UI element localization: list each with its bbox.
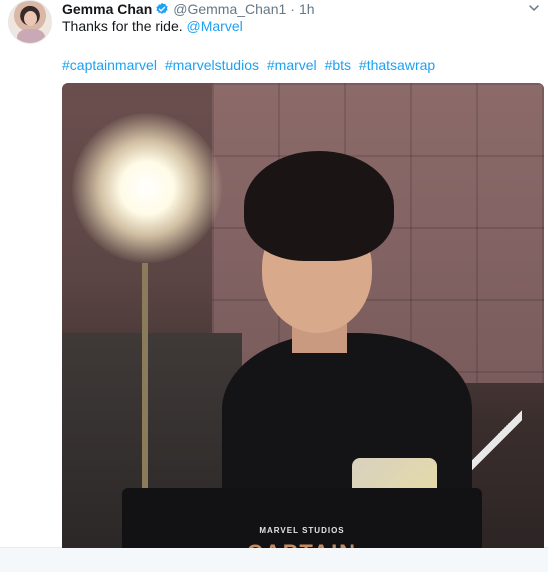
author-name[interactable]: Gemma Chan — [62, 1, 152, 17]
photo-ladder — [472, 408, 522, 488]
photo-studio-light — [72, 113, 222, 263]
verified-badge-icon — [155, 2, 169, 16]
avatar-body — [17, 29, 45, 43]
hashtag-link[interactable]: #marvel — [267, 57, 317, 73]
timeline-gap — [0, 548, 548, 572]
hashtag-row: #captainmarvel #marvelstudios #marvel #b… — [62, 56, 439, 74]
tweet-text-body: Thanks for the ride. — [62, 18, 187, 34]
tweet-photo[interactable]: MARVEL STUDIOS CAPTAIN — [62, 83, 544, 567]
hashtag-link[interactable]: #thatsawrap — [359, 57, 435, 73]
avatar-face — [24, 11, 37, 26]
chair-logo-text: MARVEL STUDIOS — [259, 526, 345, 535]
tweet-text: Thanks for the ride. @Marvel — [62, 17, 243, 35]
tweet-header: Gemma Chan @Gemma_Chan1 · 1h — [62, 0, 315, 18]
hashtag-link[interactable]: #bts — [325, 57, 351, 73]
tweet-card[interactable]: Gemma Chan @Gemma_Chan1 · 1h Thanks for … — [0, 0, 548, 567]
hashtag-link[interactable]: #marvelstudios — [165, 57, 259, 73]
photo-light-stand — [142, 263, 148, 493]
tweet: Gemma Chan @Gemma_Chan1 · 1h Thanks for … — [0, 0, 548, 572]
avatar[interactable] — [8, 0, 52, 44]
chevron-down-icon[interactable] — [528, 1, 540, 13]
mention-link[interactable]: @Marvel — [187, 18, 243, 34]
author-handle[interactable]: @Gemma_Chan1 — [173, 1, 286, 17]
tweet-time[interactable]: 1h — [299, 1, 315, 17]
photo-person-hair — [244, 151, 394, 261]
separator-dot: · — [290, 1, 295, 17]
hashtag-link[interactable]: #captainmarvel — [62, 57, 157, 73]
